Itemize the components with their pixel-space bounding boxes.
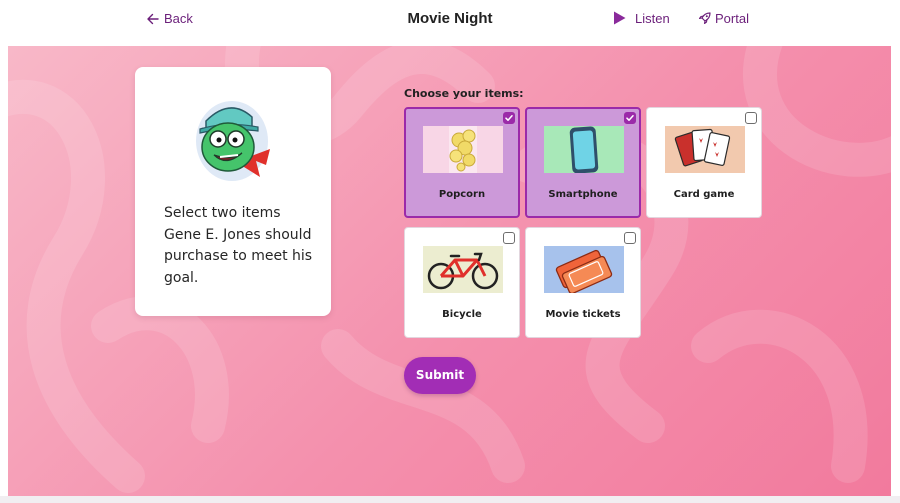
page-title: Movie Night [407,10,493,27]
checkbox-smartphone[interactable] [624,112,636,124]
choice-tile-smartphone[interactable]: Smartphone [525,107,641,218]
portal-button[interactable]: Portal [698,11,749,26]
listen-label: Listen [635,10,670,26]
checkbox-movie-tickets[interactable] [624,232,636,244]
submit-button[interactable]: Submit [404,357,476,394]
checkbox-popcorn[interactable] [503,112,515,124]
gene-character-avatar [196,101,270,181]
choice-tile-card-game[interactable]: Card game [646,107,762,218]
choice-tile-bicycle[interactable]: Bicycle [404,227,520,338]
choice-tile-popcorn[interactable]: Popcorn [404,107,520,218]
top-bar: Back Movie Night Listen Portal [0,0,900,46]
choice-tile-movie-tickets[interactable]: Movie tickets [525,227,641,338]
play-icon [614,11,626,25]
rocket-icon [698,12,711,25]
checkbox-bicycle[interactable] [503,232,515,244]
prompt-text: Select two items Gene E. Jones should pu… [164,205,313,286]
smartphone-image [544,126,624,173]
choice-label-movie-tickets: Movie tickets [545,309,621,320]
choose-items-heading: Choose your items: [404,87,524,100]
portal-label: Portal [715,11,749,26]
choice-label-popcorn: Popcorn [438,189,486,200]
checkmark-icon [626,115,634,121]
popcorn-image [423,126,503,173]
prompt-card: Select two items Gene E. Jones should pu… [135,67,331,316]
card-game-image [665,126,745,173]
listen-button[interactable]: Listen [612,10,670,26]
bicycle-image [423,246,503,293]
checkmark-icon [505,115,513,121]
bottom-strip [0,496,900,503]
choice-label-bicycle: Bicycle [442,309,482,320]
movie-tickets-image [544,246,624,293]
checkbox-card-game[interactable] [745,112,757,124]
choice-label-card-game: Card game [673,189,735,200]
choice-label-smartphone: Smartphone [548,189,618,200]
